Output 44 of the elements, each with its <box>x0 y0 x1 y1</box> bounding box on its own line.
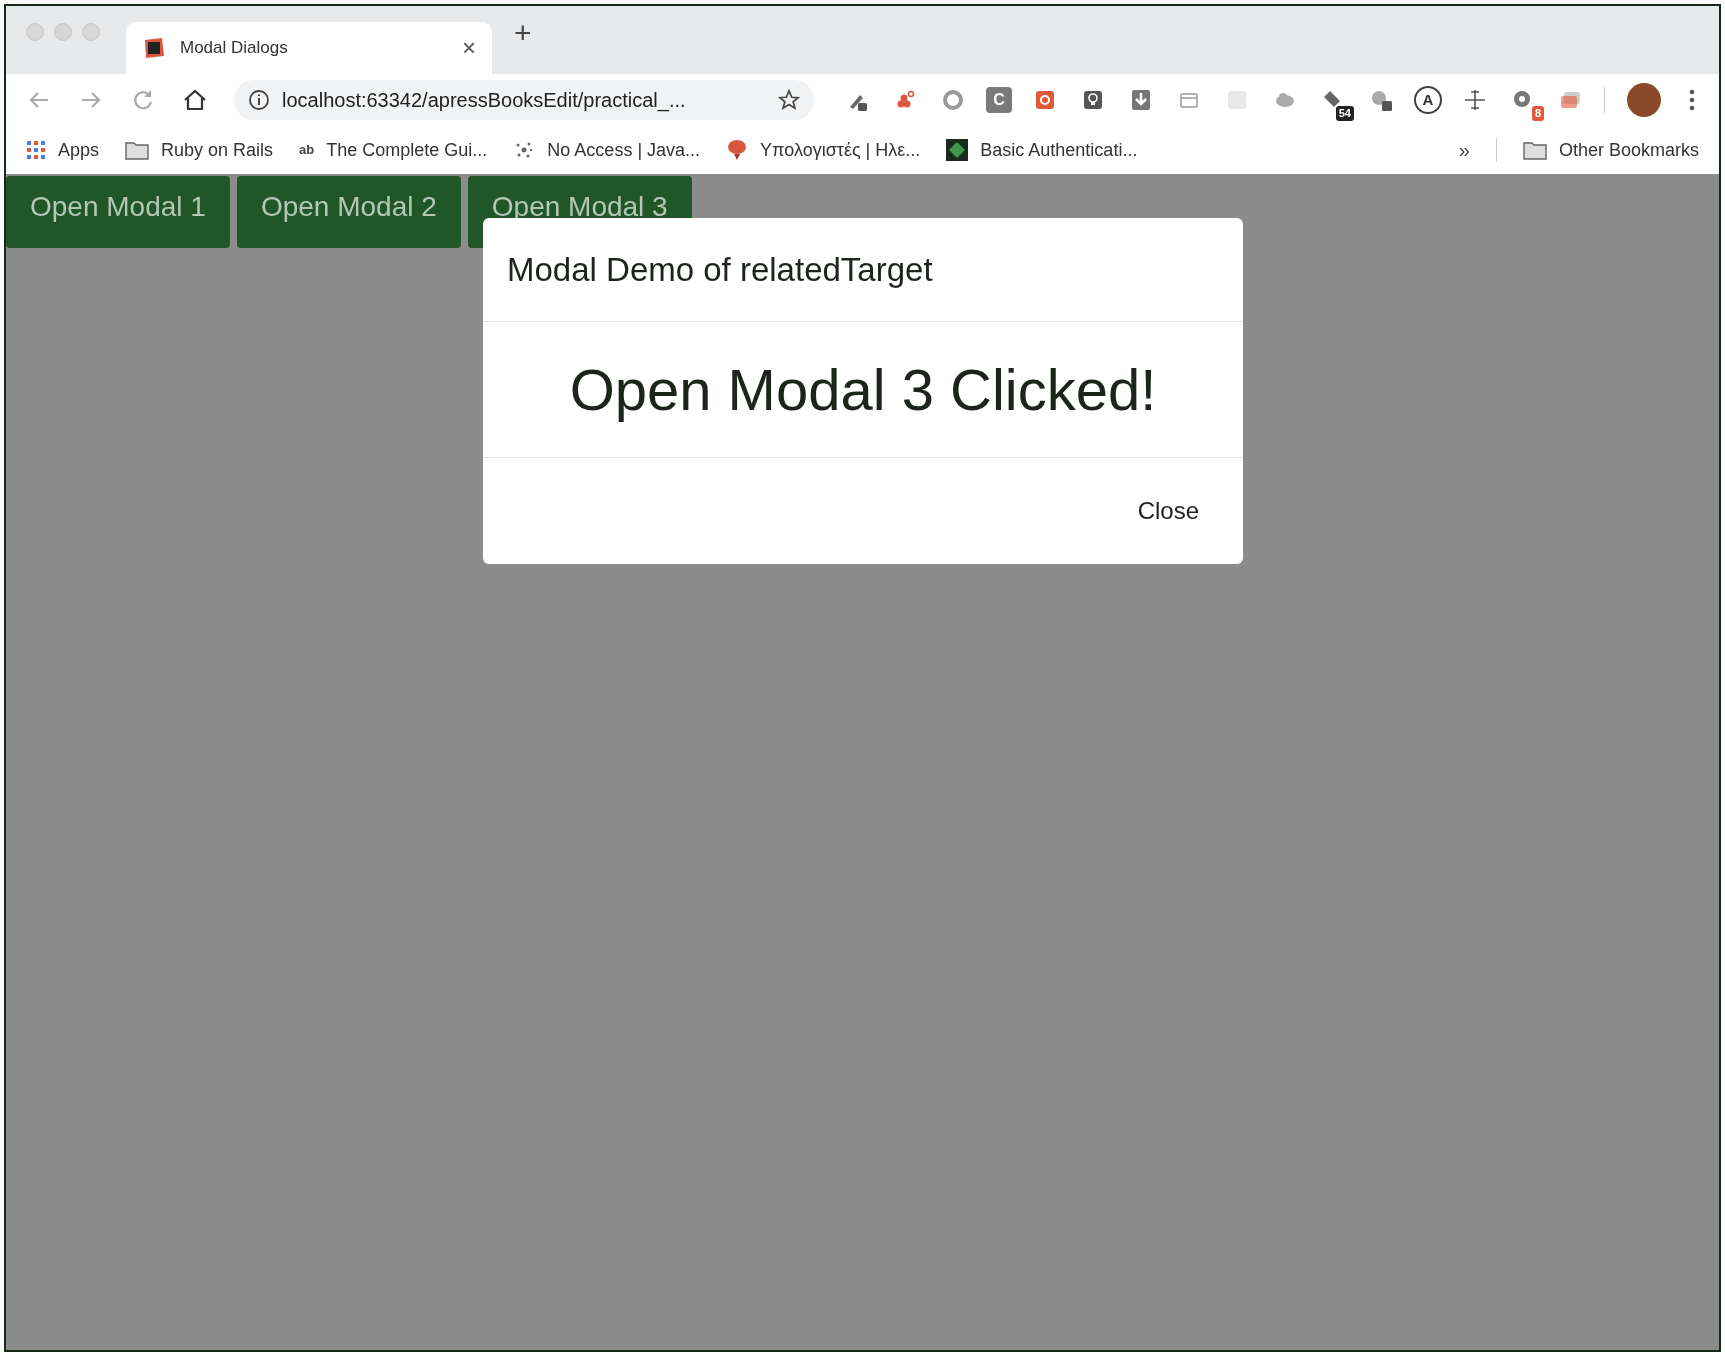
bookmark[interactable]: Basic Authenticati... <box>946 136 1138 164</box>
badge: 54 <box>1335 106 1354 121</box>
home-icon[interactable] <box>182 87 208 113</box>
balloon-icon <box>726 138 749 162</box>
extension-icon[interactable]: A <box>1414 86 1442 114</box>
star-icon[interactable] <box>778 89 800 111</box>
bookmark[interactable]: Υπολογιστές | Ηλε... <box>726 136 921 164</box>
move-icon[interactable] <box>1462 87 1488 113</box>
tab-title: Modal Dialogs <box>180 37 289 60</box>
modal-title: Modal Demo of relatedTarget <box>507 249 933 290</box>
tab-close-button[interactable]: × <box>462 36 476 60</box>
menu-icon[interactable] <box>1689 89 1695 111</box>
address-bar[interactable]: localhost:63342/apressBooksEdit/practical_... <box>234 80 814 120</box>
apps-grid-icon <box>26 140 46 160</box>
bookmark-label: Ruby on Rails <box>161 138 274 162</box>
bookmark[interactable]: Apps <box>26 136 100 164</box>
bookmark[interactable]: No Access | Java... <box>513 136 701 164</box>
bookmark[interactable]: ab The Complete Gui... <box>299 136 488 164</box>
bookmark-label: The Complete Gui... <box>326 138 488 162</box>
folder-icon <box>1522 140 1547 160</box>
bookmark-label: Basic Authenticati... <box>980 138 1138 162</box>
url-text: localhost:63342/apressBooksEdit/practical_... <box>282 88 687 114</box>
diamond-icon <box>946 139 969 161</box>
new-tab-button[interactable]: + <box>514 18 532 48</box>
app-logo-icon <box>142 36 166 60</box>
badge: 8 <box>1531 106 1544 121</box>
browser-tab[interactable]: Modal Dialogs × <box>126 22 492 74</box>
site-logo: ab <box>299 141 315 160</box>
bookmark-label: Apps <box>58 138 100 162</box>
extension-icon[interactable]: C <box>986 87 1012 113</box>
bookmark[interactable]: Ruby on Rails <box>125 136 274 164</box>
more-bookmarks-button[interactable]: » <box>1458 135 1470 165</box>
info-icon <box>248 89 270 111</box>
open-modal-button[interactable]: Open Modal 2 <box>236 176 461 248</box>
bookmark-label: No Access | Java... <box>547 138 701 162</box>
open-modal-button[interactable]: Open Modal 1 <box>6 176 230 248</box>
modal-message: Open Modal 3 Clicked! <box>569 356 1157 424</box>
folder-icon <box>125 140 150 160</box>
bookmark-label: Other Bookmarks <box>1558 138 1699 162</box>
avatar[interactable] <box>1627 83 1661 117</box>
other-bookmarks[interactable]: Other Bookmarks <box>1522 136 1699 164</box>
bookmark-label: Υπολογιστές | Ηλε... <box>760 138 921 162</box>
close-button[interactable]: Close <box>1137 493 1199 529</box>
ring-icon[interactable] <box>940 87 966 113</box>
